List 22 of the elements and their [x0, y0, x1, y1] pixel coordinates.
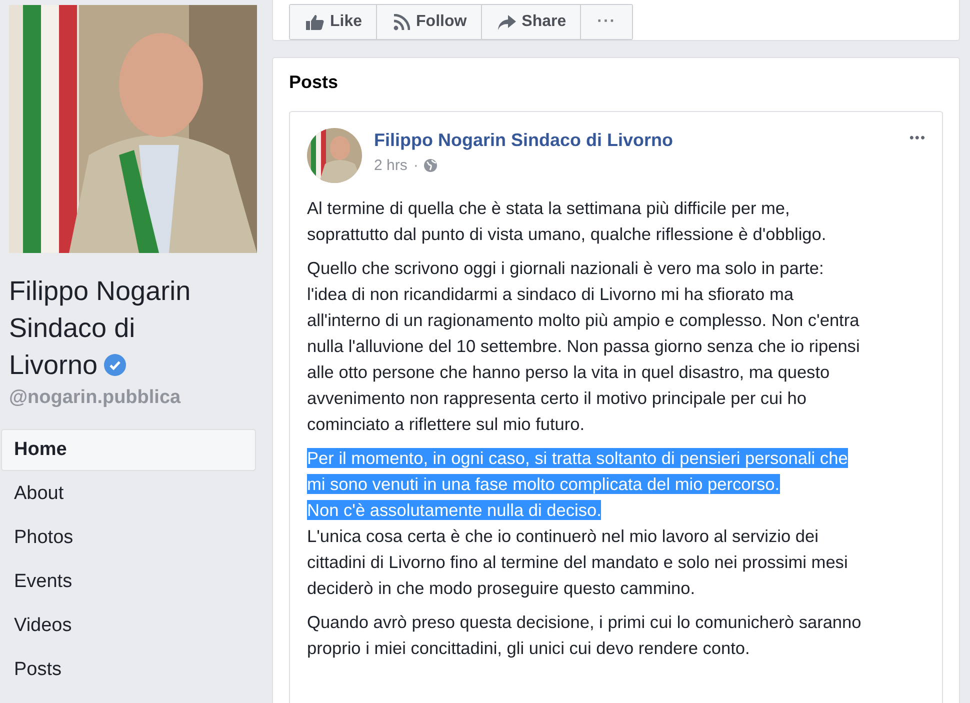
globe-icon [424, 159, 438, 172]
page-handle: @nogarin.pubblica [9, 386, 182, 410]
post-paragraph: Quando avrò preso questa decisione, i primi cui lo comunicherò saranno proprio i miei concittadini, gli unici cui devo rendere conto. [307, 611, 862, 660]
post-author-link[interactable]: Filippo Nogarin Sindaco di Livorno [374, 130, 898, 151]
nav-item[interactable]: About [2, 474, 255, 514]
thumbs-up-icon [306, 14, 324, 30]
nav-item[interactable]: Photos [2, 518, 255, 558]
post-paragraph: Quello che scrivono oggi i giornali nazionali è vero ma solo in parte: l'idea di non ricandidarmi a sindaco di Livorno mi ha sfiorato ma all'interno di un ragionamento molto più ampio e complesso. Non c'entra nulla l'alluvione del 10 settembre. Non passa giorno senza che io ripensi alle otto persone che hanno perso la vita in quel disastro, ma questo avvenimento non rappresenta certo il motivo principale per cui ho cominciato a riflettere sul mio futuro. [307, 257, 861, 436]
post-menu-button[interactable]: ••• [909, 128, 926, 145]
page-name: Filippo Nogarin Sindaco di Livorno [9, 275, 192, 382]
nav-item[interactable]: Events [2, 562, 255, 602]
share-arrow-icon [498, 14, 516, 30]
feed-icon [393, 14, 410, 30]
separator-dot: · [413, 157, 418, 174]
nav-item[interactable]: Home [2, 430, 255, 470]
post-paragraph: Per il momento, in ogni caso, si tratta soltanto di pensieri personali che mi sono venuti in una fase molto complicata del mio percorso. Non c'è assolutamente nulla di deciso. L'unica cosa certa è che io continuerò nel mio lavoro al servizio dei cittadini di Livorno fino al termine del mandato e solo nei prossimi mesi deciderò in che modo proseguire questo cammino. [307, 447, 849, 600]
post-paragraph: Al termine di quella che è stata la settimana più difficile per me, soprattutto dal punto di vista umano, qualche riflessione è d'obbligo. [307, 197, 828, 246]
nav-item[interactable]: Videos [2, 606, 255, 646]
like-button[interactable]: Like [290, 5, 378, 39]
post-time: 2 hrs [374, 157, 408, 174]
section-title: Posts [289, 72, 340, 93]
nav-item[interactable]: Posts [2, 650, 255, 690]
